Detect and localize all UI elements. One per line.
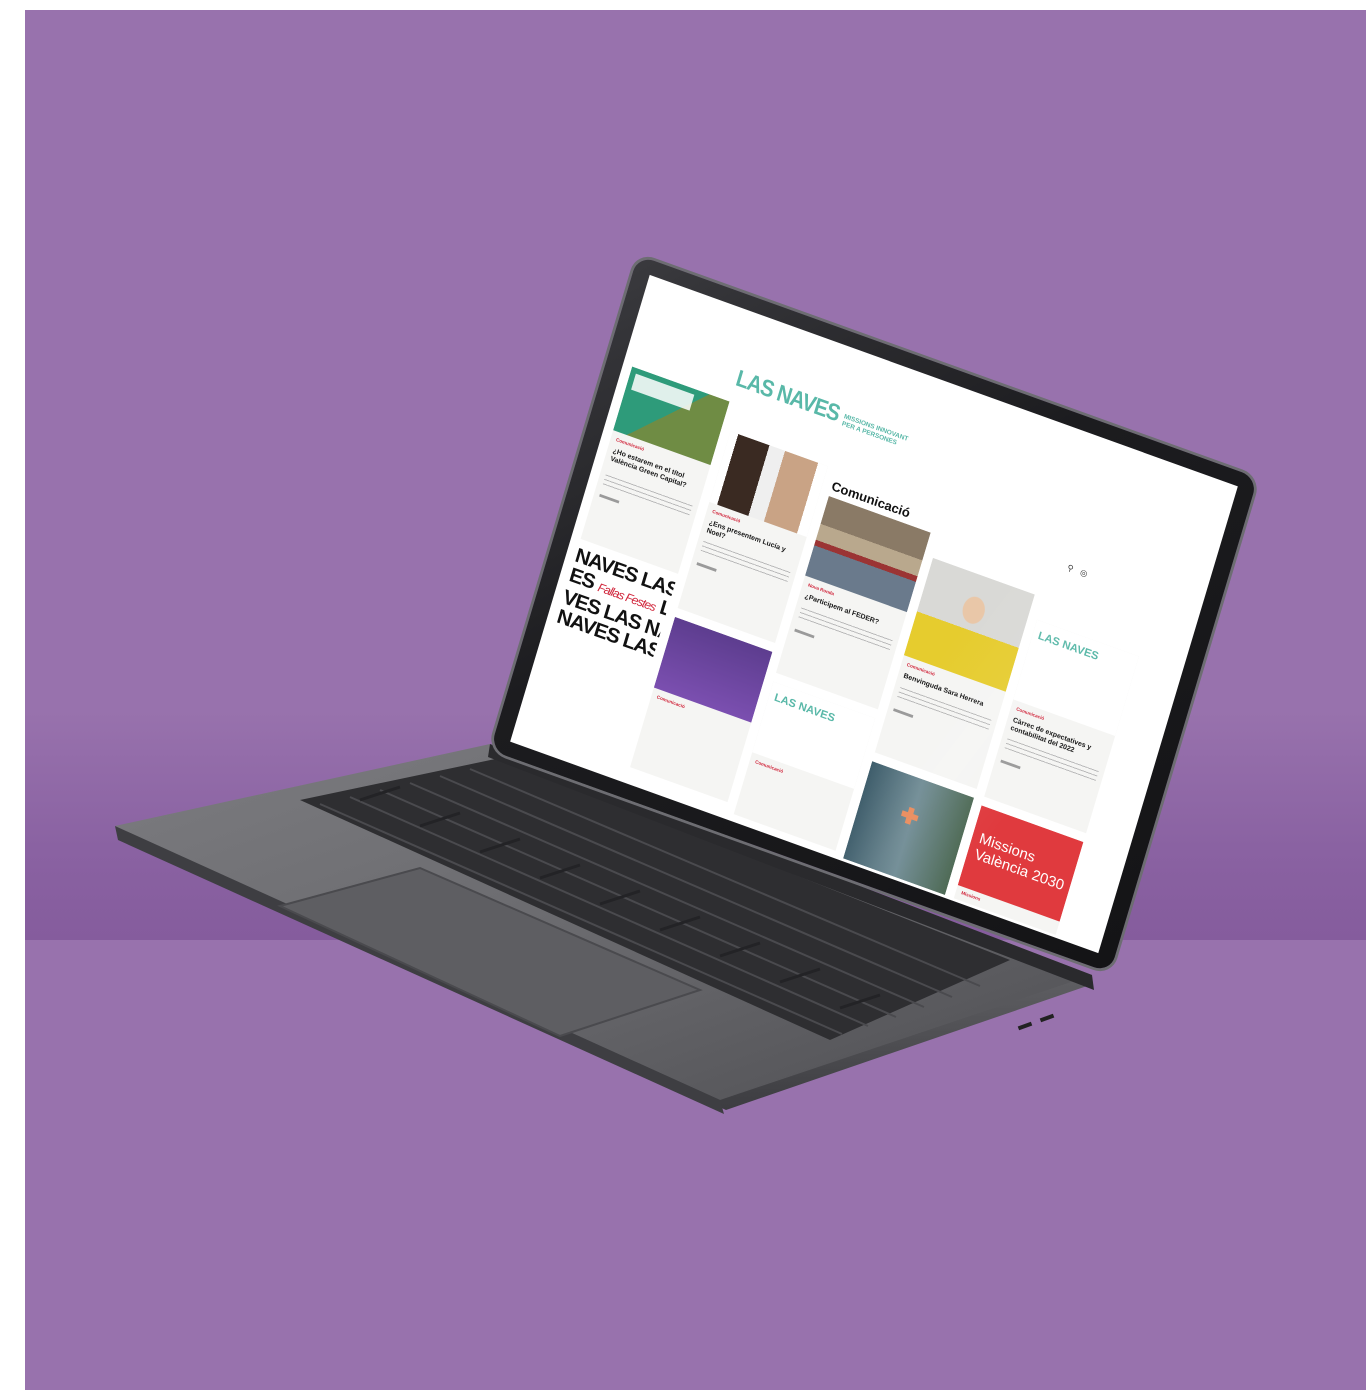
globe-icon[interactable]: ◎ bbox=[1079, 567, 1089, 579]
card-image: LAS NAVES bbox=[1013, 619, 1139, 736]
card-date bbox=[893, 708, 914, 718]
card-image bbox=[709, 431, 828, 537]
search-icon[interactable]: ⚲ bbox=[1066, 563, 1074, 575]
usb-port-2 bbox=[1039, 1013, 1055, 1023]
card-date bbox=[794, 628, 815, 639]
usb-port bbox=[1017, 1021, 1033, 1031]
site-logo[interactable]: LAS NAVES MISSIONS INNOVANT PER A PERSON… bbox=[733, 364, 911, 451]
card-logo-text: LAS NAVES bbox=[1036, 628, 1101, 663]
logo-wordmark: LAS NAVES bbox=[733, 364, 843, 427]
plus-icon bbox=[899, 805, 920, 827]
card-date bbox=[599, 493, 620, 504]
header-icons: ⚲ ◎ bbox=[1066, 563, 1089, 580]
card-logo-text: LAS NAVES bbox=[772, 690, 837, 725]
card-image bbox=[613, 366, 730, 466]
missions-poster: Missions València 2030 bbox=[972, 831, 1070, 895]
logo-tagline: MISSIONS INNOVANT PER A PERSONES bbox=[841, 414, 909, 451]
card-image-banner bbox=[631, 373, 695, 411]
card-image bbox=[805, 495, 931, 613]
card-date bbox=[696, 562, 717, 572]
card-date bbox=[1000, 759, 1021, 770]
